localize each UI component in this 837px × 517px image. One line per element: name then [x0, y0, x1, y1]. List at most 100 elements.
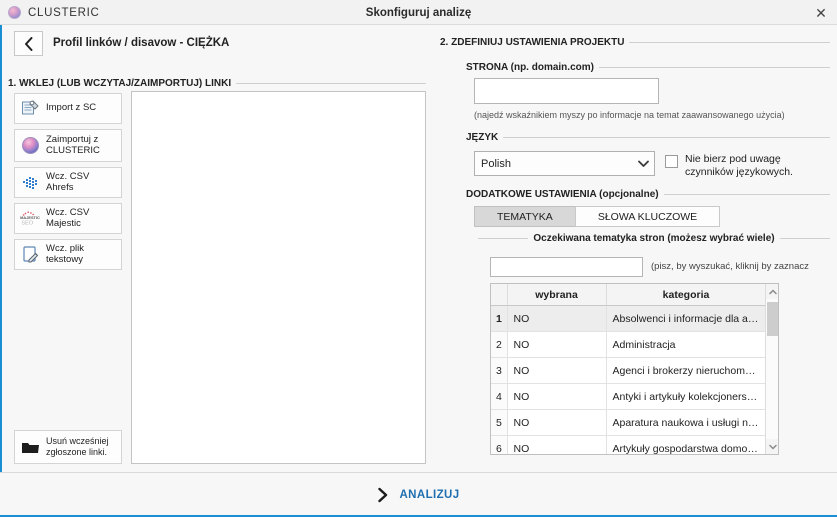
chevron-down-icon — [632, 152, 654, 175]
column-header-kategoria[interactable]: kategoria — [606, 284, 767, 306]
window-titlebar: CLUSTERIC Skonfiguruj analizę ✕ — [0, 0, 837, 25]
analyze-button[interactable]: ANALIZUJ — [0, 473, 837, 516]
cell-wybrana[interactable]: NO — [507, 357, 607, 384]
table-row[interactable]: 3 NO Agenci i brokerzy nieruchomości — [491, 357, 767, 384]
chevron-down-icon[interactable] — [766, 439, 778, 454]
text-file-icon — [20, 245, 40, 265]
table-row[interactable]: 4 NO Antyki i artykuły kolekcjonerskie — [491, 383, 767, 410]
chevron-left-icon — [25, 36, 33, 51]
configure-analysis-window: CLUSTERIC Skonfiguruj analizę ✕ Profil l… — [0, 0, 837, 517]
tab-tematyka-label: TEMATYKA — [497, 210, 553, 223]
window-title: Skonfiguruj analizę — [365, 6, 472, 19]
cell-index: 5 — [491, 409, 508, 436]
categories-table-wrapper: wybrana kategoria 1 NO Absolwenci i info… — [490, 283, 779, 455]
ahrefs-icon — [20, 173, 40, 193]
left-accent-bar — [0, 25, 2, 493]
chevron-up-icon[interactable] — [766, 284, 778, 299]
dodatkowe-legend-label: DODATKOWE USTAWIENIA (opcjonalne) — [466, 189, 659, 200]
cell-wybrana[interactable]: NO — [507, 409, 607, 436]
category-search-input[interactable] — [490, 257, 643, 277]
cell-wybrana[interactable]: NO — [507, 331, 607, 358]
page-title: Profil linków / disavow - CIĘŻKA — [53, 37, 230, 49]
strona-legend-label: STRONA (np. domain.com) — [466, 62, 594, 73]
cell-kategoria[interactable]: Administracja — [606, 331, 767, 358]
category-search-hint: (pisz, by wyszukać, kliknij by zaznacz — [651, 261, 809, 272]
legend-rule — [236, 83, 426, 84]
tematyka-subsection-label: Oczekiwana tematyka stron (możesz wybrać… — [533, 233, 775, 244]
import-clusteric-label: Zaimportuj z CLUSTERIC — [46, 133, 100, 156]
legend-rule — [629, 42, 830, 43]
table-row[interactable]: 6 NO Artykuły gospodarstwa domowego — [491, 435, 767, 454]
scrollbar-thumb[interactable] — [767, 302, 778, 336]
links-textarea[interactable] — [131, 91, 426, 464]
load-csv-ahrefs-button[interactable]: Wcz. CSV Ahrefs — [14, 167, 122, 198]
section-2-legend-label: 2. ZDEFINIUJ USTAWIENIA PROJEKTU — [440, 37, 625, 48]
import-clusteric-button[interactable]: Zaimportuj z CLUSTERIC — [14, 129, 122, 162]
checkbox-box[interactable] — [665, 155, 678, 168]
tab-slowa-kluczowe-label: SŁOWA KLUCZOWE — [597, 210, 698, 223]
cell-kategoria[interactable]: Aparatura naukowa i usługi nauko... — [606, 409, 767, 436]
svg-text:SEO: SEO — [21, 220, 34, 226]
load-csv-majestic-button[interactable]: MAJESTIC SEO Wcz. CSV Majestic — [14, 203, 122, 234]
ignore-language-checkbox[interactable]: Nie bierz pod uwagę czynników językowych… — [665, 153, 793, 179]
delete-reported-links-button[interactable]: Usuń wcześniej zgłoszone linki. — [14, 430, 122, 464]
import-sc-icon — [20, 99, 40, 119]
legend-rule — [478, 238, 529, 239]
import-sc-button[interactable]: Import z SC — [14, 93, 122, 124]
cell-index: 1 — [491, 305, 508, 332]
cell-wybrana[interactable]: NO — [507, 435, 607, 454]
svg-text:MAJESTIC: MAJESTIC — [20, 215, 40, 220]
legend-rule — [503, 137, 830, 138]
cell-kategoria[interactable]: Artykuły gospodarstwa domowego — [606, 435, 767, 454]
column-header-wybrana[interactable]: wybrana — [507, 284, 607, 306]
cell-index: 6 — [491, 435, 508, 454]
table-vertical-scrollbar[interactable] — [765, 284, 778, 454]
domain-input[interactable] — [474, 78, 659, 104]
table-row[interactable]: 2 NO Administracja — [491, 331, 767, 358]
cell-kategoria[interactable]: Antyki i artykuły kolekcjonerskie — [606, 383, 767, 410]
strona-legend: STRONA (np. domain.com) — [466, 62, 830, 73]
import-sc-label: Import z SC — [46, 102, 97, 114]
settings-tabs: TEMATYKA SŁOWA KLUCZOWE — [474, 206, 721, 227]
app-brand: CLUSTERIC — [8, 0, 99, 25]
close-icon[interactable]: ✕ — [811, 3, 831, 22]
section-2-legend: 2. ZDEFINIUJ USTAWIENIA PROJEKTU — [440, 37, 830, 48]
language-select[interactable]: Polish — [474, 151, 655, 176]
clusteric-sphere-icon — [20, 136, 40, 156]
jezyk-legend: JĘZYK — [466, 132, 830, 143]
load-text-file-button[interactable]: Wcz. plik tekstowy — [14, 239, 122, 270]
majestic-seo-icon: MAJESTIC SEO — [20, 209, 40, 229]
section-1-legend-label: 1. WKLEJ (LUB WCZYTAJ/ZAIMPORTUJ) LINKI — [8, 78, 232, 89]
load-csv-ahrefs-label: Wcz. CSV Ahrefs — [46, 170, 90, 193]
table-row[interactable]: 5 NO Aparatura naukowa i usługi nauko... — [491, 409, 767, 436]
legend-rule — [663, 194, 830, 195]
chevron-right-icon — [377, 487, 389, 503]
table-row[interactable]: 1 NO Absolwenci i informacje dla absol..… — [491, 305, 767, 332]
legend-rule — [779, 238, 830, 239]
tab-slowa-kluczowe[interactable]: SŁOWA KLUCZOWE — [574, 206, 721, 227]
legend-rule — [598, 67, 830, 68]
cell-index: 4 — [491, 383, 508, 410]
analyze-label: ANALIZUJ — [399, 488, 460, 501]
clusteric-circle-icon — [8, 6, 21, 19]
cell-kategoria[interactable]: Absolwenci i informacje dla absol... — [606, 305, 767, 332]
cell-kategoria[interactable]: Agenci i brokerzy nieruchomości — [606, 357, 767, 384]
categories-table: wybrana kategoria 1 NO Absolwenci i info… — [491, 284, 767, 454]
cell-wybrana[interactable]: NO — [507, 305, 607, 332]
folder-icon — [20, 437, 40, 457]
cell-index: 3 — [491, 357, 508, 384]
language-select-value: Polish — [481, 157, 511, 170]
cell-index: 2 — [491, 331, 508, 358]
domain-hint: (najedź wskaźnikiem myszy po informacje … — [474, 110, 785, 120]
jezyk-legend-label: JĘZYK — [466, 132, 499, 143]
back-button[interactable] — [14, 31, 43, 56]
load-csv-majestic-label: Wcz. CSV Majestic — [46, 206, 90, 229]
import-buttons-group: Import z SC Zaimportuj z CLUSTERIC Wcz. … — [14, 93, 122, 270]
column-header-index[interactable] — [491, 284, 508, 306]
table-header-row: wybrana kategoria — [491, 284, 767, 306]
cell-wybrana[interactable]: NO — [507, 383, 607, 410]
delete-reported-links-label: Usuń wcześniej zgłoszone linki. — [46, 436, 109, 457]
tab-tematyka[interactable]: TEMATYKA — [474, 206, 576, 227]
ignore-language-label: Nie bierz pod uwagę czynników językowych… — [685, 153, 793, 179]
app-brand-label: CLUSTERIC — [28, 6, 100, 19]
